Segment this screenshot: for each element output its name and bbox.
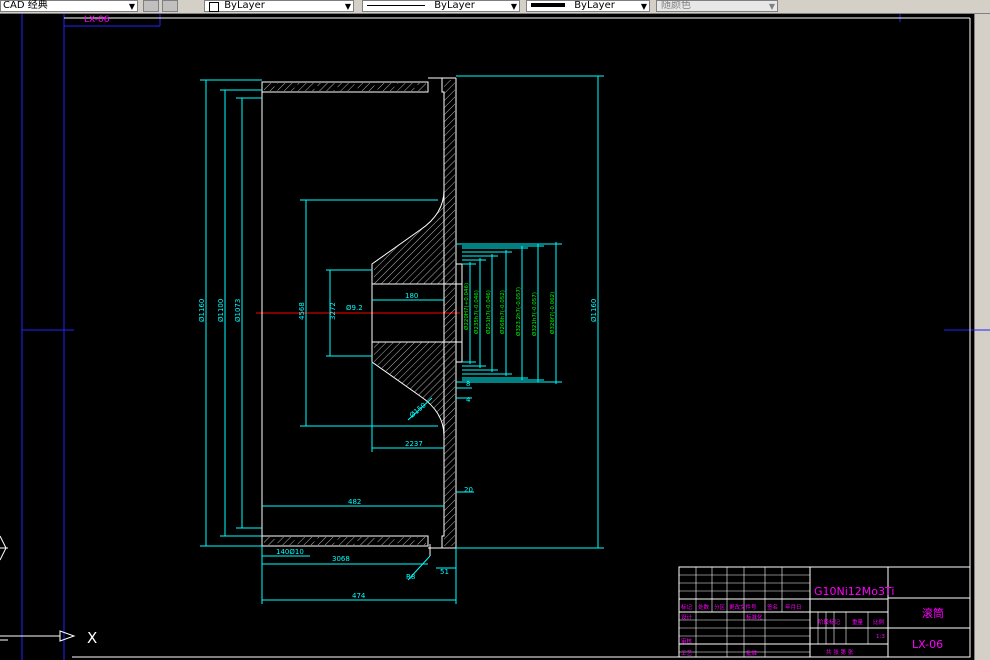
scale-label: 比例 bbox=[873, 618, 885, 626]
green-dim-5: Ø323.2h7(-0.057) bbox=[515, 287, 522, 336]
standard-label: 标准化 bbox=[746, 613, 763, 621]
green-dim-6: Ø321h7(-0.057) bbox=[531, 292, 538, 336]
stage-label: 阶段标记 bbox=[818, 618, 841, 626]
green-dim-3: Ø251h7(-0.046) bbox=[485, 290, 492, 334]
dim-20: 20 bbox=[464, 486, 473, 494]
green-dim-1: Ø220H7(+0.046) bbox=[463, 283, 470, 330]
dim-4568: 4568 bbox=[298, 302, 306, 320]
revision-label-2: 处数 bbox=[698, 603, 710, 611]
green-dim-2: Ø235h7(-0.046) bbox=[473, 290, 480, 334]
approve-label: 批准 bbox=[746, 649, 758, 657]
dimension-lines bbox=[200, 75, 604, 604]
green-dim-4: Ø268h7(-0.052) bbox=[499, 290, 506, 334]
title-block-texts: G10Ni12Mo3Ti 滚筒 LX-06 标记 处数 分区 更改文件号 签名 … bbox=[681, 585, 944, 657]
ucs-x-label: X bbox=[87, 629, 97, 647]
dim-474: 474 bbox=[352, 592, 366, 600]
dim-phi9-2: Ø9.2 bbox=[346, 304, 363, 312]
green-dimension-texts: Ø220H7(+0.046) Ø235h7(-0.046) Ø251h7(-0.… bbox=[463, 283, 556, 336]
dim-482: 482 bbox=[348, 498, 361, 506]
dim-phi1160-right: Ø1160 bbox=[590, 299, 598, 322]
review-label: 审核 bbox=[681, 637, 693, 645]
scale-value: 1:3 bbox=[876, 634, 885, 640]
dim-8: 8 bbox=[466, 380, 470, 388]
drawing-no-text: LX-06 bbox=[912, 638, 943, 651]
dim-140: 140Ø10 bbox=[276, 548, 304, 556]
dim-2237: 2237 bbox=[405, 440, 423, 448]
inner-border bbox=[64, 17, 971, 657]
revision-label-3: 分区 bbox=[714, 603, 726, 611]
ucs-icon bbox=[0, 535, 76, 642]
dim-3068: 3068 bbox=[332, 555, 350, 563]
material-text: G10Ni12Mo3Ti bbox=[814, 585, 894, 598]
dim-phi1160-left: Ø1160 bbox=[198, 299, 206, 322]
dim-3272: 3272 bbox=[329, 302, 337, 320]
part-name-text: 滚筒 bbox=[922, 606, 944, 620]
frame-tab-text: LX-06 bbox=[84, 15, 110, 25]
dim-r8: R8 bbox=[406, 573, 415, 581]
dim-phi1073: Ø1073 bbox=[234, 299, 242, 322]
revision-label-5: 签名 bbox=[767, 603, 778, 611]
hatch-gaps bbox=[274, 83, 418, 545]
sheets-label: 共 张 第 张 bbox=[826, 648, 854, 656]
dim-phi1100: Ø1100 bbox=[217, 299, 225, 322]
weight-label: 重量 bbox=[852, 618, 864, 626]
dim-51: 51 bbox=[440, 568, 449, 576]
process-label: 工艺 bbox=[681, 650, 693, 657]
revision-label-4: 更改文件号 bbox=[729, 603, 757, 611]
design-label: 设计 bbox=[681, 613, 693, 621]
revision-label-6: 年月日 bbox=[785, 603, 802, 611]
dim-4: 4 bbox=[466, 396, 471, 404]
green-dim-7: Ø326f7(-0.062) bbox=[549, 292, 556, 334]
revision-label-1: 标记 bbox=[681, 603, 693, 611]
dim-phi150: Ø150 bbox=[408, 401, 428, 419]
drawing-canvas[interactable]: LX-06 X Ø1160 Ø1100 Ø1073 4568 3272 Ø9.2… bbox=[0, 0, 990, 660]
drum-outline bbox=[261, 77, 463, 556]
dim-180: 180 bbox=[405, 292, 418, 300]
